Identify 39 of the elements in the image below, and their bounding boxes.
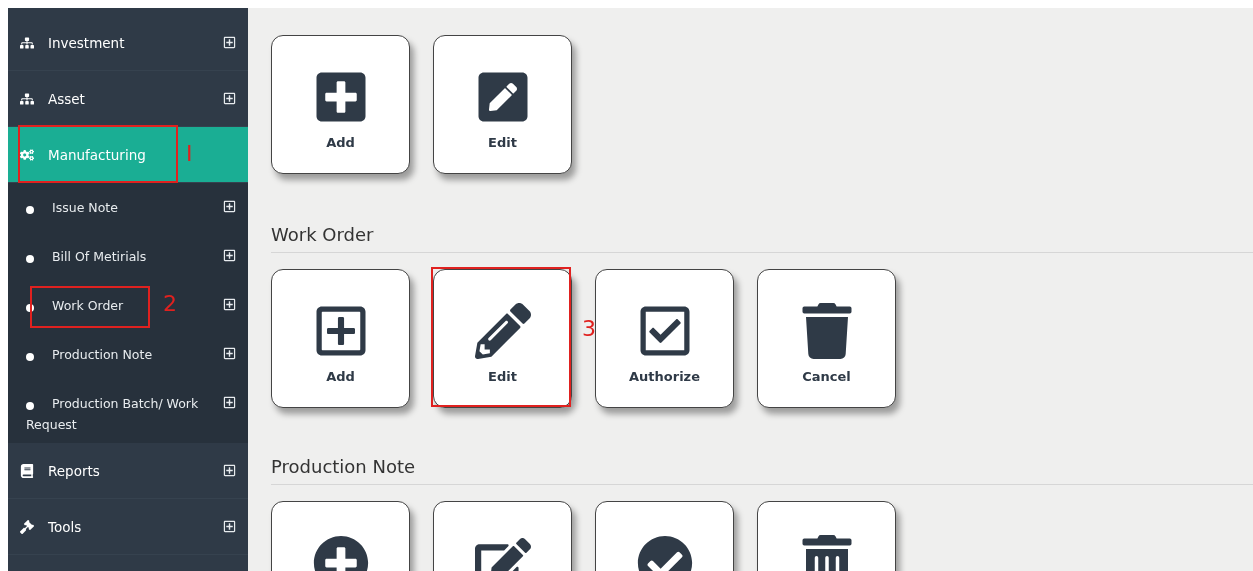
expand-icon[interactable] [223,520,236,533]
action-tile[interactable]: Authorize [595,269,734,408]
action-tile[interactable]: Edit [433,35,572,174]
pencil-icon [474,303,531,359]
submenu-item-label: Production Batch/ Work Request [26,395,200,434]
book-icon [20,463,34,478]
expand-icon[interactable] [223,200,236,213]
action-tile[interactable]: Cancel [757,269,896,408]
action-tile[interactable]: Add [271,269,410,408]
expand-icon[interactable] [223,347,236,360]
expand-icon[interactable] [223,396,236,409]
expand-icon[interactable] [223,298,236,311]
sidebar-item-label: Investment [48,34,125,51]
submenu-item[interactable]: Work Order 2 [8,281,248,330]
expand-icon[interactable] [223,464,236,477]
submenu-item[interactable]: Production Note [8,330,248,379]
expand-icon[interactable] [223,92,236,105]
annotation-number: 2 [163,293,177,315]
submenu-item-label: Issue Note [26,197,223,218]
gears-icon [20,147,34,162]
annotation-number: I [186,143,193,165]
section-heading: Work Order [271,224,1253,253]
sidebar-item-label: Tools [48,518,82,535]
submenu-item-label: Bill Of Metirials [26,246,223,267]
sidebar-item-label: Manufacturing [48,146,146,163]
expand-icon[interactable] [223,249,236,262]
sitemap-icon [20,35,34,50]
submenu-item[interactable]: Issue Note [8,183,248,232]
expand-icon[interactable] [223,36,236,49]
submenu-item[interactable]: Production Batch/ Work Request [8,379,248,443]
submenu-item[interactable]: Bill Of Metirials [8,232,248,281]
sidebar-item-label: Reports [48,462,100,479]
sitemap-icon [20,91,34,106]
sidebar-item-label: Asset [48,90,85,107]
submenu-item-label: Production Note [26,344,223,365]
section-heading: Production Note [271,456,1253,485]
action-tile[interactable]: Add [271,35,410,174]
annotation-number: 3 [582,318,596,340]
hammer-icon [20,519,34,534]
